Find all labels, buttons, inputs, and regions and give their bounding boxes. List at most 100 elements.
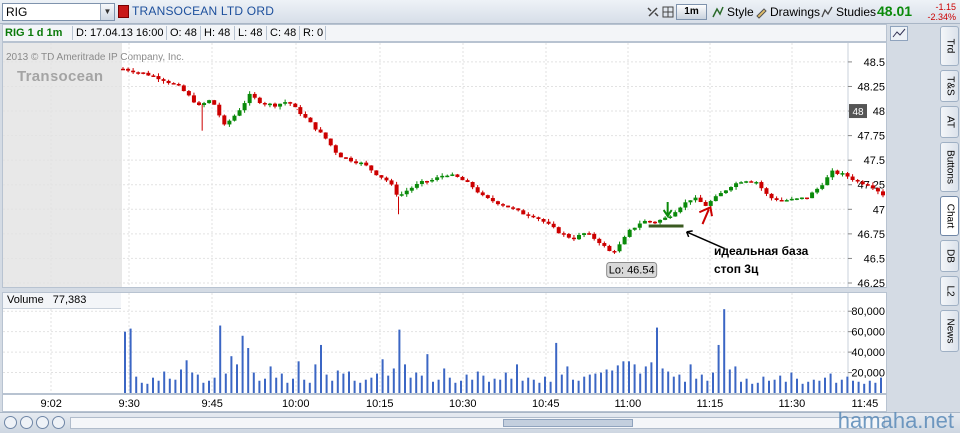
candle-body (698, 197, 703, 203)
volume-bar (426, 354, 429, 393)
volume-bar (868, 380, 871, 393)
bar-low: L: 48 (238, 27, 263, 39)
volume-bar (863, 383, 866, 393)
candle-body (749, 181, 754, 183)
tab-ts[interactable]: T&S (940, 70, 959, 102)
divider (299, 26, 300, 40)
candle-body (318, 129, 323, 133)
timeframe-button[interactable]: 1m (676, 4, 707, 20)
company-name: TRANSOCEAN LTD ORD (132, 4, 275, 18)
volume-bar (264, 378, 266, 393)
candle-body (445, 175, 450, 178)
volume-bar (135, 376, 138, 393)
volume-bar (812, 379, 815, 393)
price-chart-panel[interactable]: 2013 © TD Ameritrade IP Company, Inc. Tr… (2, 42, 887, 288)
candle-body (673, 212, 678, 217)
candle-body (308, 117, 313, 123)
volume-bar (454, 382, 457, 393)
volume-bar (852, 380, 854, 393)
volume-bar (566, 366, 569, 393)
symbol-flag-icon[interactable] (118, 5, 129, 18)
zoom-out-icon[interactable] (4, 416, 17, 429)
candle-body (668, 216, 673, 218)
candle-body (729, 187, 733, 191)
divider (234, 26, 235, 40)
time-tick-label: 11:30 (778, 398, 806, 410)
tab-at[interactable]: AT (940, 106, 959, 138)
studies-icon (821, 6, 833, 18)
tab-buttons[interactable]: Buttons (940, 142, 959, 192)
zoom-reset-icon[interactable] (36, 416, 49, 429)
volume-bar (807, 381, 810, 393)
volume-bar (387, 375, 390, 393)
volume-bar (224, 373, 227, 393)
drawings-button[interactable]: Drawings (754, 3, 820, 21)
scale-settings-icon[interactable] (890, 26, 908, 41)
candle-body (769, 193, 774, 199)
candle-body (389, 180, 394, 185)
volume-bar (236, 364, 238, 393)
tab-db[interactable]: DB (940, 240, 959, 272)
candle-body (425, 181, 429, 183)
volume-bar (308, 382, 311, 393)
volume-bar (286, 382, 289, 393)
candle-body (161, 79, 166, 81)
volume-bar (432, 381, 434, 393)
time-scrollbar[interactable] (70, 417, 885, 429)
volume-bar (443, 368, 446, 393)
candle-body (237, 110, 242, 116)
zoom-in-icon[interactable] (20, 416, 33, 429)
volume-bar (437, 379, 440, 393)
candle-body (409, 187, 414, 191)
volume-bar (840, 379, 843, 393)
volume-bar (549, 381, 552, 393)
chart-toolbar: RIG ▼ TRANSOCEAN LTD ORD 1m Style Drawin… (0, 0, 960, 24)
grid-icon[interactable] (661, 3, 677, 21)
candle-body (577, 234, 581, 240)
tab-l2[interactable]: L2 (940, 276, 959, 306)
candle-body (536, 217, 541, 219)
volume-bar (824, 377, 826, 393)
studies-label: Studies (836, 5, 877, 19)
tab-chart[interactable]: Chart (940, 196, 959, 236)
candle-body (642, 220, 647, 224)
volume-bar (756, 382, 759, 393)
candle-body (465, 180, 470, 183)
volume-bar (331, 380, 334, 393)
site-watermark: hamaha.net (837, 408, 954, 433)
tab-news[interactable]: News (940, 310, 959, 352)
candle-body (531, 215, 536, 218)
time-tick-label: 11:00 (614, 398, 642, 410)
bar-date: D: 17.04.13 16:00 (76, 27, 164, 39)
volume-bar (583, 376, 586, 393)
chart-symbol-tag[interactable]: RIG 1 d 1m (5, 25, 62, 41)
candle-body (622, 236, 627, 245)
candle-body (288, 102, 293, 104)
scrollbar-thumb[interactable] (503, 419, 633, 427)
volume-bar (684, 381, 686, 393)
link-tools-icon[interactable] (646, 3, 662, 21)
candle-body (303, 114, 308, 118)
tab-trd[interactable]: Trd (940, 26, 959, 66)
candle-body (490, 198, 495, 202)
volume-bar (532, 379, 535, 393)
candle-body (257, 97, 262, 104)
volume-bar (499, 379, 502, 393)
tab-label: Trd (944, 38, 955, 54)
price-tick-label: 46.25 (857, 278, 885, 288)
candle-body (379, 175, 384, 178)
price-tick-label: 48.5 (864, 57, 885, 69)
zoom-fit-icon[interactable] (52, 416, 65, 429)
volume-bar (275, 377, 278, 393)
candle-body (121, 68, 125, 71)
studies-button[interactable]: Studies (820, 3, 876, 21)
volume-bar (174, 379, 177, 393)
candle-body (151, 75, 156, 77)
symbol-dropdown-button[interactable]: ▼ (100, 4, 114, 20)
tab-label: DB (944, 249, 955, 263)
symbol-input[interactable]: RIG ▼ (2, 3, 115, 21)
time-tick-label: 9:45 (201, 398, 223, 410)
volume-panel[interactable]: 80,000 60,000 40,000 20,000 Volume 77,383 (2, 292, 887, 394)
style-button[interactable]: Style (711, 3, 754, 21)
volume-bar (157, 380, 160, 393)
